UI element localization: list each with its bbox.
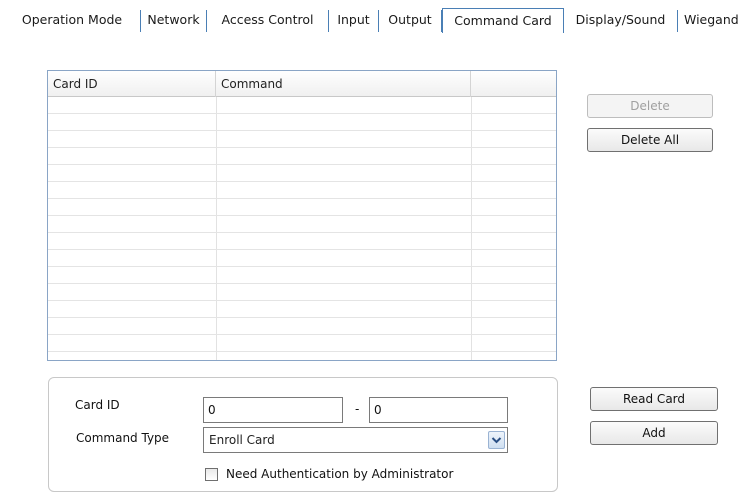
command-type-label: Command Type	[76, 431, 170, 445]
table-row[interactable]	[48, 250, 556, 267]
column-header-extra[interactable]	[471, 71, 556, 97]
column-header-command[interactable]: Command	[216, 71, 471, 97]
table-row[interactable]	[48, 148, 556, 165]
table-row[interactable]	[48, 216, 556, 233]
table-row[interactable]	[48, 165, 556, 182]
tab-display-sound[interactable]: Display/Sound	[564, 10, 678, 32]
column-header-card-id[interactable]: Card ID	[48, 71, 216, 97]
command-type-value: Enroll Card	[209, 433, 275, 447]
table-row[interactable]	[48, 233, 556, 250]
table-row[interactable]	[48, 97, 556, 114]
add-button[interactable]: Add	[590, 421, 718, 445]
table-row[interactable]	[48, 199, 556, 216]
tab-command-card[interactable]: Command Card	[442, 8, 564, 33]
table-row[interactable]	[48, 131, 556, 148]
card-id-from-input[interactable]: 0	[203, 397, 343, 423]
tab-input[interactable]: Input	[329, 10, 379, 32]
table-row[interactable]	[48, 182, 556, 199]
table-row[interactable]	[48, 335, 556, 352]
need-authentication-checkbox[interactable]	[205, 468, 218, 481]
command-card-table[interactable]: Card ID Command	[47, 70, 557, 361]
table-row[interactable]	[48, 114, 556, 131]
tab-network[interactable]: Network	[141, 10, 207, 32]
table-row[interactable]	[48, 318, 556, 335]
tab-output[interactable]: Output	[379, 10, 442, 32]
read-card-button[interactable]: Read Card	[590, 387, 718, 411]
tab-access-control[interactable]: Access Control	[207, 10, 329, 32]
tab-wiegand[interactable]: Wiegand	[678, 10, 750, 32]
tab-operation-mode[interactable]: Operation Mode	[4, 10, 141, 32]
card-id-range-separator: -	[355, 402, 360, 416]
delete-all-button[interactable]: Delete All	[587, 128, 713, 152]
table-row[interactable]	[48, 352, 556, 360]
tab-strip: Operation Mode Network Access Control In…	[0, 0, 750, 34]
chevron-down-icon[interactable]	[488, 431, 505, 449]
need-authentication-label[interactable]: Need Authentication by Administrator	[226, 467, 453, 481]
command-type-select[interactable]: Enroll Card	[203, 427, 508, 453]
table-row[interactable]	[48, 267, 556, 284]
table-row[interactable]	[48, 284, 556, 301]
delete-button[interactable]: Delete	[587, 94, 713, 118]
card-id-to-input[interactable]: 0	[369, 397, 508, 423]
card-id-label: Card ID	[75, 398, 120, 412]
table-row[interactable]	[48, 301, 556, 318]
table-header: Card ID Command	[48, 71, 556, 97]
